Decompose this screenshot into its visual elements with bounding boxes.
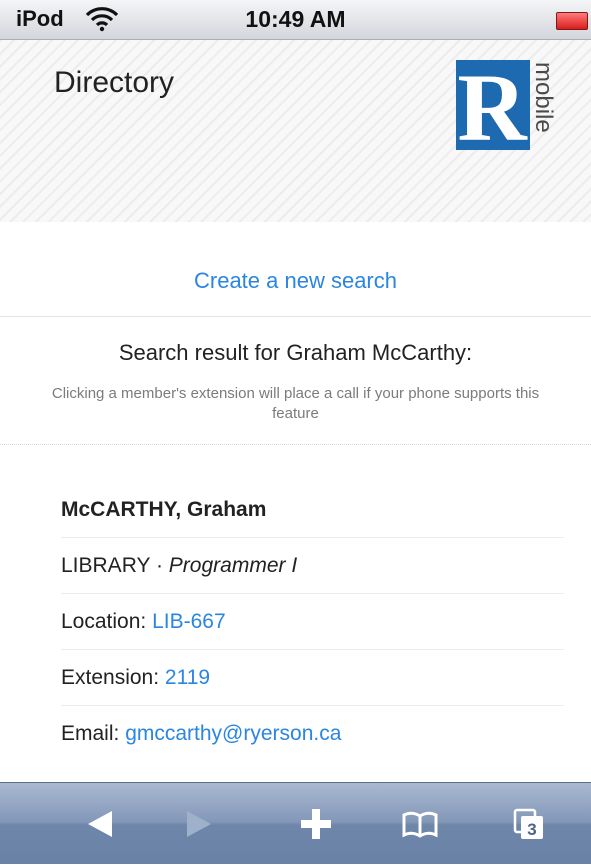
- page-title: Directory: [54, 66, 175, 99]
- separator: ·: [155, 554, 163, 577]
- divider: [0, 316, 591, 317]
- bookmarks-button[interactable]: [380, 783, 460, 865]
- app-logo: R mobile: [456, 54, 560, 161]
- logo-letter: R: [457, 56, 528, 154]
- forward-button[interactable]: [161, 783, 241, 865]
- member-extension-row: Extension: 2119: [61, 650, 564, 706]
- status-bar: iPod 10:49 AM: [0, 0, 591, 40]
- logo-word: mobile: [530, 62, 557, 133]
- extension-call-link[interactable]: 2119: [165, 666, 210, 689]
- extension-label: Extension:: [61, 666, 160, 689]
- pages-icon: 3: [513, 808, 543, 839]
- browser-toolbar: 3: [0, 782, 591, 864]
- email-link[interactable]: gmccarthy@ryerson.ca: [125, 722, 341, 745]
- location-label: Location:: [61, 610, 147, 633]
- plus-icon: [301, 809, 331, 839]
- location-link[interactable]: LIB-667: [152, 610, 226, 633]
- member-email-row: Email: gmccarthy@ryerson.ca: [61, 706, 564, 762]
- page-header: Directory R mobile: [0, 40, 591, 222]
- back-arrow-icon: [88, 811, 112, 837]
- dotted-divider: [0, 444, 591, 445]
- member-department: LIBRARY: [61, 554, 151, 577]
- pages-count: 3: [527, 820, 536, 839]
- status-clock: 10:49 AM: [245, 6, 346, 32]
- email-label: Email:: [61, 722, 120, 745]
- member-location-row: Location: LIB-667: [61, 594, 564, 650]
- create-new-search-link[interactable]: Create a new search: [0, 268, 591, 294]
- call-feature-note: Clicking a member's extension will place…: [51, 385, 540, 422]
- member-name-row: McCARTHY, Graham: [61, 482, 564, 538]
- member-department-row: LIBRARY · Programmer I: [61, 538, 564, 594]
- member-position: Programmer I: [168, 554, 298, 577]
- add-bookmark-button[interactable]: [276, 783, 356, 865]
- back-button[interactable]: [58, 783, 138, 865]
- pages-button[interactable]: 3: [489, 783, 569, 865]
- member-name: McCARTHY, Graham: [61, 498, 267, 521]
- bookmarks-book-icon: [402, 811, 438, 838]
- search-result-heading: Search result for Graham McCarthy:: [118, 340, 473, 365]
- forward-arrow-icon: [187, 811, 211, 837]
- battery-low-icon: [556, 12, 588, 30]
